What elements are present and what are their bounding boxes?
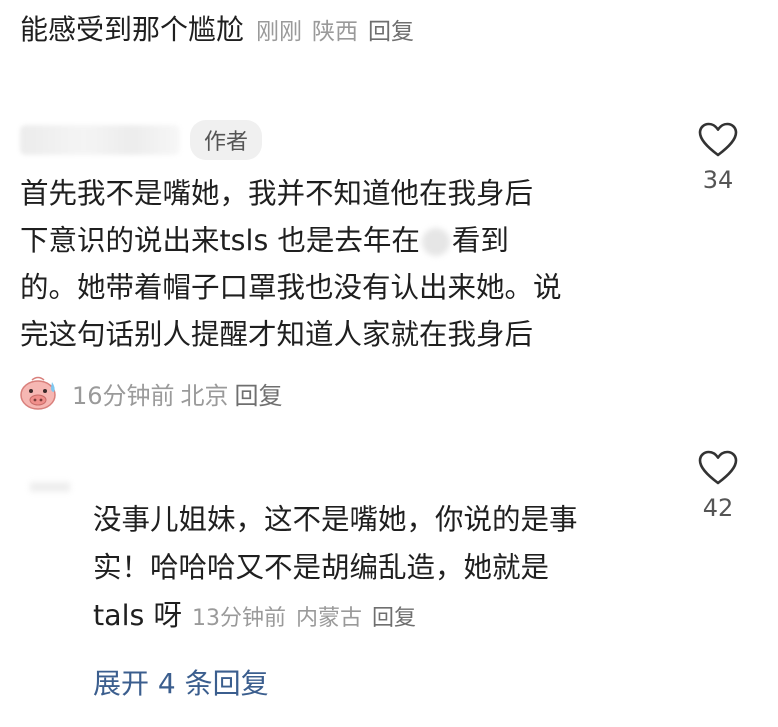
like-count: 42 xyxy=(702,494,734,522)
author-comment-text: 首先我不是嘴她，我并不知道他在我身后 下意识的说出来tsls 也是去年在 看到 的… xyxy=(20,170,660,358)
redacted-mark xyxy=(421,228,450,256)
author-comment-meta: 16分钟前 北京 回复 xyxy=(18,374,283,412)
comment-line: 下意识的说出来tsls 也是去年在 看到 xyxy=(20,224,509,257)
reply-username-redacted[interactable] xyxy=(30,482,70,492)
comment-line: 首先我不是嘴她，我并不知道他在我身后 xyxy=(20,177,534,210)
comment-text: 能感受到那个尴尬 xyxy=(20,13,245,46)
author-badge: 作者 xyxy=(190,120,263,160)
reply-comment-text: 没事儿姐妹，这不是嘴她，你说的是事 实！哈哈哈又不是胡编乱造，她就是 tals … xyxy=(93,496,683,643)
heart-icon[interactable] xyxy=(698,450,738,486)
like-button[interactable]: 42 xyxy=(688,450,748,522)
expand-replies-button[interactable]: 展开 4 条回复 xyxy=(93,662,269,702)
comment-line: 完这句话别人提醒才知道人家就在我身后 xyxy=(20,318,534,351)
comment-line: tals 呀 13分钟前 内蒙古 回复 xyxy=(93,592,683,643)
reply-button[interactable]: 回复 xyxy=(368,12,414,46)
comment-line: 的。她带着帽子口罩我也没有认出来她。说 xyxy=(20,271,562,304)
reply-button[interactable]: 回复 xyxy=(372,595,416,643)
like-count: 34 xyxy=(702,166,734,194)
username-redacted[interactable] xyxy=(20,125,180,155)
comment-time: 13分钟前 xyxy=(191,606,286,631)
top-comment: 能感受到那个尴尬 刚刚 陕西 回复 xyxy=(20,8,414,48)
comment-line: 没事儿姐妹，这不是嘴她，你说的是事 xyxy=(93,503,578,536)
comment-location: 陕西 xyxy=(312,19,359,45)
comment-thread: 能感受到那个尴尬 刚刚 陕西 回复 作者 34 首先我不是嘴她，我并不知道他在我… xyxy=(0,0,778,727)
heart-icon[interactable] xyxy=(698,122,738,158)
comment-location: 北京 xyxy=(180,381,229,410)
author-header: 作者 xyxy=(20,120,263,160)
comment-time: 刚刚 xyxy=(256,19,303,45)
sweating-pig-emoji-icon xyxy=(20,376,56,410)
like-button[interactable]: 34 xyxy=(688,122,748,194)
comment-location: 内蒙古 xyxy=(295,606,362,631)
comment-time: 16分钟前 xyxy=(72,381,175,410)
comment-line: 实！哈哈哈又不是胡编乱造，她就是 xyxy=(93,551,550,584)
reply-button[interactable]: 回复 xyxy=(235,376,283,411)
